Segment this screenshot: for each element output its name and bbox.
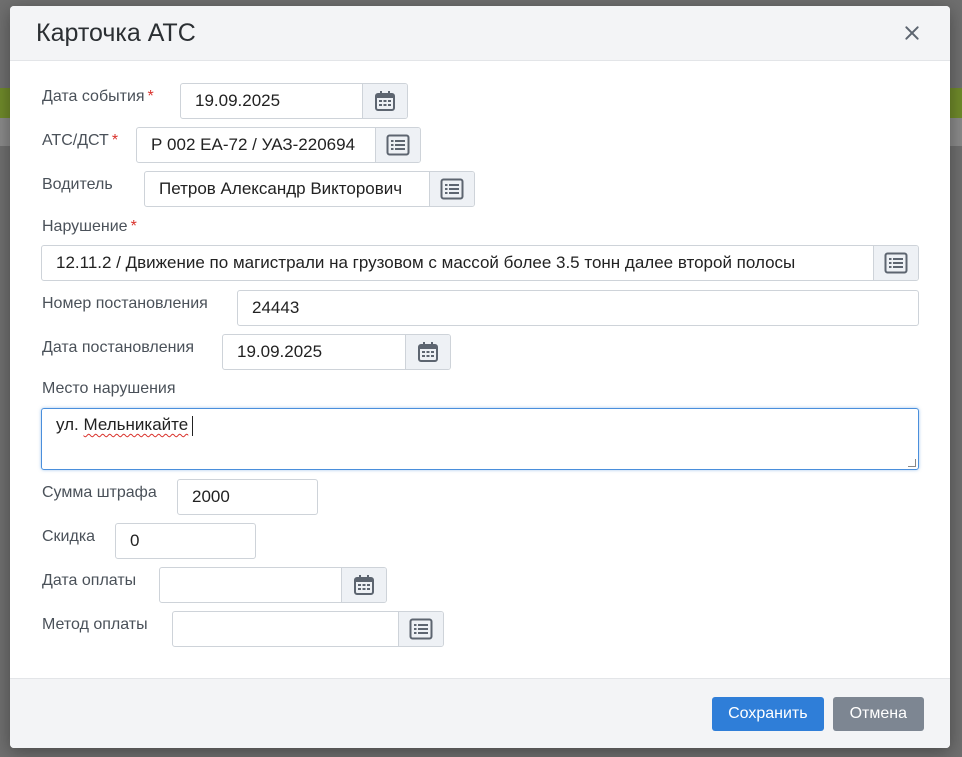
violation-place-word: Мельникайте bbox=[83, 415, 189, 434]
calendar-icon[interactable] bbox=[362, 84, 407, 118]
dialog-title: Карточка АТС bbox=[36, 18, 196, 47]
calendar-icon[interactable] bbox=[405, 335, 450, 369]
vehicle-card-dialog: Карточка АТС Дата события * 19.09.2025 АТ… bbox=[10, 6, 950, 748]
driver-label: Водитель bbox=[42, 176, 113, 193]
event-date-label: Дата события * bbox=[42, 88, 154, 105]
fine-amount-label: Сумма штрафа bbox=[42, 484, 157, 501]
event-date-value[interactable]: 19.09.2025 bbox=[181, 84, 362, 118]
dialog-footer: Сохранить Отмена bbox=[10, 678, 950, 748]
payment-date-field[interactable] bbox=[159, 567, 387, 603]
close-icon[interactable] bbox=[900, 21, 924, 45]
resolution-number-field[interactable]: 24443 bbox=[237, 290, 919, 326]
save-button[interactable]: Сохранить bbox=[712, 696, 824, 731]
resolution-date-label: Дата постановления bbox=[42, 339, 195, 356]
list-icon[interactable] bbox=[398, 612, 443, 646]
vehicle-value[interactable]: Р 002 ЕА-72 / УАЗ-220694 bbox=[137, 128, 375, 162]
resolution-number-label: Номер постановления bbox=[42, 295, 208, 312]
fine-amount-field[interactable]: 2000 bbox=[177, 479, 318, 515]
resolution-date-value[interactable]: 19.09.2025 bbox=[223, 335, 405, 369]
driver-field[interactable]: Петров Александр Викторович bbox=[144, 171, 475, 207]
list-icon[interactable] bbox=[873, 246, 918, 280]
discount-label: Скидка bbox=[42, 528, 96, 545]
cancel-button[interactable]: Отмена bbox=[832, 696, 924, 731]
dialog-body: Дата события * 19.09.2025 АТС/ДСТ * Р 002 … bbox=[10, 61, 950, 678]
violation-label: Нарушение * bbox=[42, 218, 137, 235]
background-app-bar-right bbox=[950, 88, 962, 118]
fine-amount-value[interactable]: 2000 bbox=[178, 480, 317, 514]
list-icon[interactable] bbox=[429, 172, 474, 206]
violation-value[interactable]: 12.11.2 / Движение по магистрали на груз… bbox=[42, 246, 873, 280]
violation-place-label: Место нарушения bbox=[42, 380, 176, 397]
violation-place-prefix: ул. bbox=[56, 415, 79, 434]
resize-handle[interactable] bbox=[908, 459, 916, 467]
payment-date-value[interactable] bbox=[160, 568, 341, 602]
driver-value[interactable]: Петров Александр Викторович bbox=[145, 172, 429, 206]
payment-method-label: Метод оплаты bbox=[42, 616, 148, 633]
discount-field[interactable]: 0 bbox=[115, 523, 256, 559]
list-icon[interactable] bbox=[375, 128, 420, 162]
discount-value[interactable]: 0 bbox=[116, 524, 255, 558]
resolution-date-field[interactable]: 19.09.2025 bbox=[222, 334, 451, 370]
dialog-header: Карточка АТС bbox=[10, 6, 950, 61]
event-date-field[interactable]: 19.09.2025 bbox=[180, 83, 408, 119]
payment-method-field[interactable] bbox=[172, 611, 444, 647]
text-caret bbox=[192, 415, 194, 436]
payment-date-label: Дата оплаты bbox=[42, 572, 137, 589]
background-app-row-right bbox=[950, 118, 962, 146]
calendar-icon[interactable] bbox=[341, 568, 386, 602]
payment-method-value[interactable] bbox=[173, 612, 398, 646]
vehicle-field[interactable]: Р 002 ЕА-72 / УАЗ-220694 bbox=[136, 127, 421, 163]
violation-field[interactable]: 12.11.2 / Движение по магистрали на груз… bbox=[41, 245, 919, 281]
violation-place-textarea[interactable]: ул. Мельникайте bbox=[41, 408, 919, 470]
resolution-number-value[interactable]: 24443 bbox=[238, 291, 918, 325]
vehicle-label: АТС/ДСТ * bbox=[42, 132, 119, 149]
